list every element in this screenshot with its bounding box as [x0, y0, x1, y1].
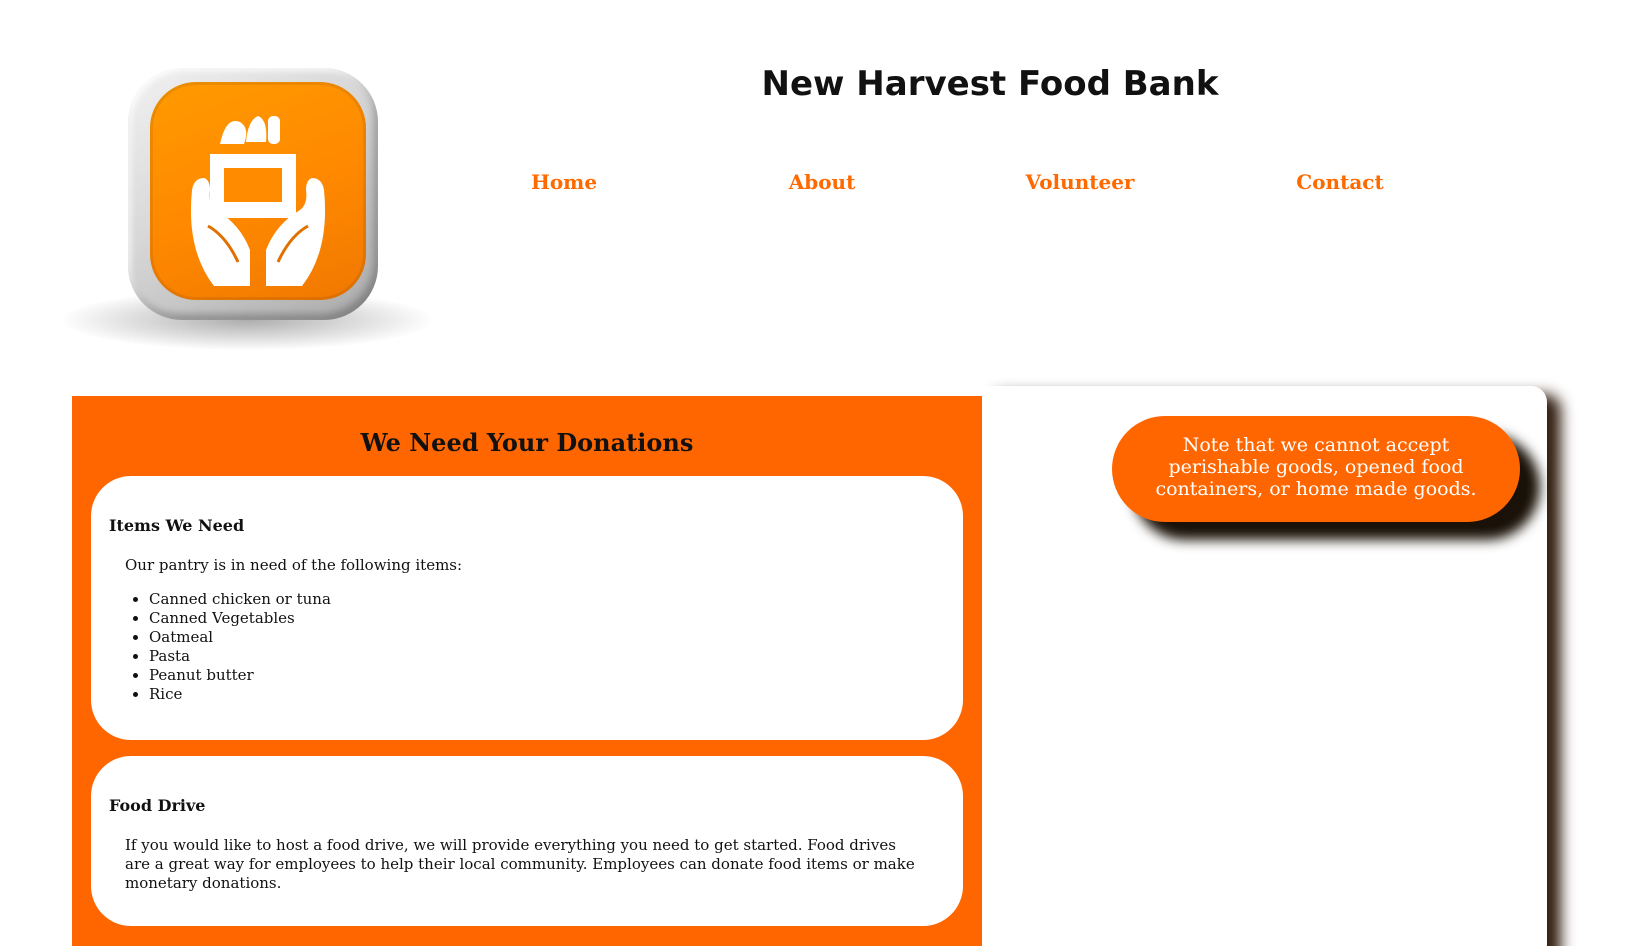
items-needed-card: Items We Need Our pantry is in need of t…	[91, 476, 963, 740]
list-item: Oatmeal	[149, 628, 331, 647]
items-needed-intro: Our pantry is in need of the following i…	[125, 556, 463, 574]
donation-note: Note that we cannot accept perishable go…	[1112, 416, 1520, 522]
food-drive-title: Food Drive	[109, 796, 206, 815]
main-nav: Home About Volunteer Contact	[0, 170, 1639, 200]
list-item: Peanut butter	[149, 666, 331, 685]
site-title: New Harvest Food Bank	[761, 64, 1219, 104]
items-needed-title: Items We Need	[109, 516, 245, 535]
list-item: Rice	[149, 685, 331, 704]
nav-home-link[interactable]: Home	[484, 170, 644, 194]
nav-volunteer-link[interactable]: Volunteer	[1000, 170, 1160, 194]
donations-heading: We Need Your Donations	[360, 428, 694, 457]
items-needed-list: Canned chicken or tuna Canned Vegetables…	[149, 590, 331, 704]
site-logo[interactable]	[62, 62, 432, 352]
page: New Harvest Food Bank Home About Volunte…	[0, 0, 1639, 946]
list-item: Canned Vegetables	[149, 609, 331, 628]
nav-about-link[interactable]: About	[742, 170, 902, 194]
food-drive-card: Food Drive If you would like to host a f…	[91, 756, 963, 926]
list-item: Canned chicken or tuna	[149, 590, 331, 609]
list-item: Pasta	[149, 647, 331, 666]
sidebar: Note that we cannot accept perishable go…	[982, 386, 1547, 946]
donations-section: We Need Your Donations Items We Need Our…	[72, 396, 982, 946]
food-drive-text: If you would like to host a food drive, …	[125, 836, 915, 892]
nav-contact-link[interactable]: Contact	[1260, 170, 1420, 194]
